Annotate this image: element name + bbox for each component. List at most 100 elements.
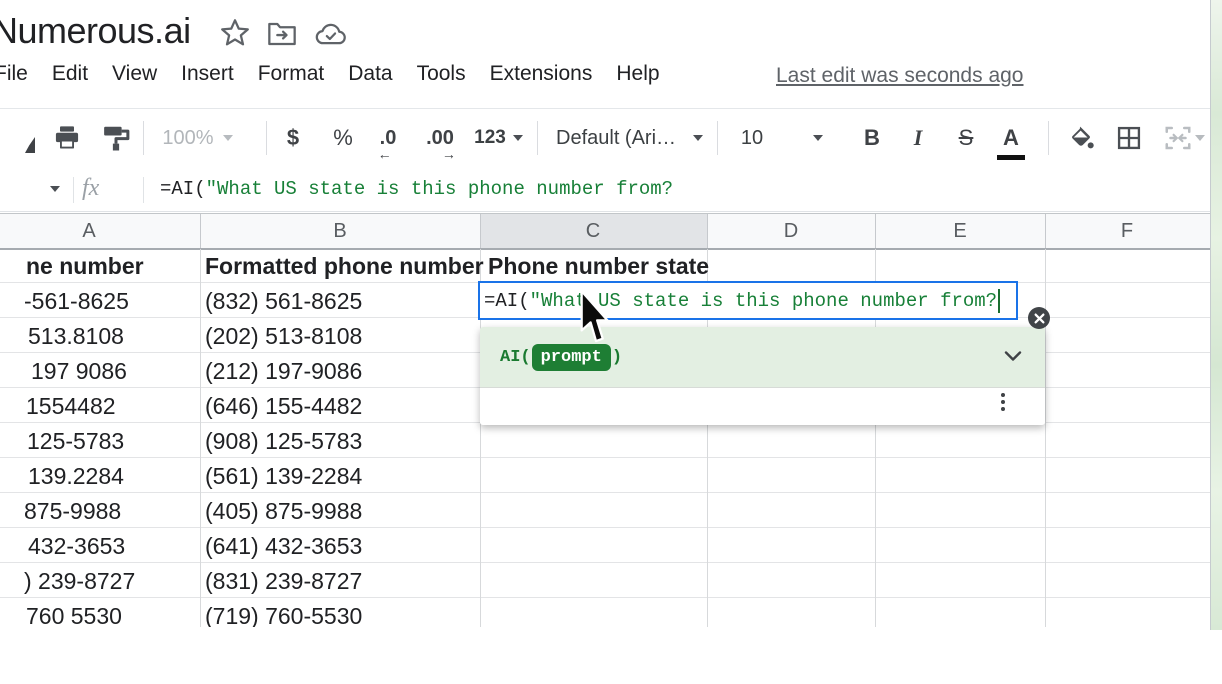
range-caret-icon[interactable] [48, 169, 62, 209]
decrease-decimal-arrow-icon: ← [378, 146, 392, 162]
zoom-caret-icon[interactable] [222, 109, 234, 167]
menu-bar: File Edit View Insert Format Data Tools … [0, 62, 660, 86]
menu-item-view[interactable]: View [112, 62, 157, 86]
cloud-saved-icon[interactable] [314, 20, 346, 52]
cell-a6[interactable]: 125-5783 [27, 424, 124, 459]
column-header-a[interactable]: A [59, 214, 119, 248]
background-strip [1210, 0, 1222, 630]
cell-a4[interactable]: 197 9086 [31, 354, 127, 389]
cell-b11[interactable]: (719) 760-5530 [205, 599, 362, 627]
cell-a2[interactable]: -561-8625 [24, 284, 129, 319]
cell-a5[interactable]: 1554482 [26, 389, 116, 424]
cell-a7[interactable]: 139.2284 [28, 459, 124, 494]
toolbar-divider [1048, 121, 1049, 155]
table-row: 760 5530 (719) 760-5530 [0, 599, 1210, 627]
cell-b7[interactable]: (561) 139-2284 [205, 459, 362, 494]
font-size-caret-icon[interactable] [812, 109, 824, 167]
closing-paren: ) [612, 348, 622, 367]
fill-color-button[interactable] [1064, 109, 1098, 167]
toolbar-divider [266, 121, 267, 155]
column-header-b[interactable]: B [310, 214, 370, 248]
cell-a11[interactable]: 760 5530 [26, 599, 122, 627]
cell-c1[interactable]: Phone number state [488, 249, 709, 284]
cropped-toolbar-icon [25, 137, 35, 153]
document-title[interactable]: Numerous.ai [0, 10, 191, 52]
zoom-select[interactable]: 100% [160, 109, 216, 167]
column-header-f[interactable]: F [1097, 214, 1157, 248]
column-divider [875, 214, 876, 248]
mouse-cursor [578, 289, 610, 345]
more-formats-caret-icon[interactable] [512, 109, 524, 167]
print-button[interactable] [49, 109, 85, 167]
more-options-icon[interactable] [1001, 393, 1005, 411]
font-caret-icon[interactable] [692, 109, 704, 167]
cell-b4[interactable]: (212) 197-9086 [205, 354, 362, 389]
formula-bar[interactable]: fx =AI("What US state is this phone numb… [0, 169, 1222, 212]
move-to-folder-icon[interactable] [266, 19, 298, 51]
cell-b8[interactable]: (405) 875-9988 [205, 494, 362, 529]
text-color-button[interactable]: A [997, 121, 1025, 160]
chevron-down-icon[interactable] [1003, 349, 1023, 363]
merge-caret-icon[interactable] [1194, 109, 1206, 167]
borders-button[interactable] [1112, 109, 1146, 167]
font-select[interactable]: Default (Ari… [556, 109, 696, 167]
percent-format-button[interactable]: % [330, 109, 356, 167]
cell-a9[interactable]: 432-3653 [28, 529, 125, 564]
menu-item-data[interactable]: Data [348, 62, 392, 86]
increase-decimal-arrow-icon: → [442, 146, 456, 162]
prompt-argument-badge: prompt [532, 344, 611, 371]
cell-b10[interactable]: (831) 239-8727 [205, 564, 362, 599]
bold-button[interactable]: B [858, 109, 886, 167]
more-formats-button[interactable]: 123 [470, 109, 510, 167]
cell-a3[interactable]: 513.8108 [28, 319, 124, 354]
fx-icon: fx [82, 175, 99, 202]
menu-item-insert[interactable]: Insert [181, 62, 234, 86]
italic-button[interactable]: I [904, 109, 932, 167]
popup-footer [480, 388, 1045, 424]
column-divider [480, 214, 481, 248]
column-header-e[interactable]: E [930, 214, 990, 248]
formula-bar-divider [143, 177, 144, 203]
star-icon[interactable] [219, 17, 251, 49]
currency-format-button[interactable]: $ [280, 109, 306, 167]
merge-cells-button[interactable] [1160, 109, 1196, 167]
menu-item-file[interactable]: File [0, 62, 28, 86]
cell-b1[interactable]: Formatted phone number [205, 249, 484, 284]
cell-b9[interactable]: (641) 432-3653 [205, 529, 362, 564]
table-row: 139.2284 (561) 139-2284 [0, 459, 1210, 494]
column-divider [200, 214, 201, 248]
column-header-d[interactable]: D [761, 214, 821, 248]
cell-a10[interactable]: ) 239-8727 [24, 564, 135, 599]
menu-item-help[interactable]: Help [616, 62, 659, 86]
last-edit-status[interactable]: Last edit was seconds ago [776, 64, 1024, 88]
decrease-decimal-button[interactable]: .0 ← [372, 109, 404, 167]
menu-item-extensions[interactable]: Extensions [490, 62, 593, 86]
font-size-select[interactable]: 10 [737, 109, 767, 167]
text-caret [998, 289, 1000, 313]
table-row: 432-3653 (641) 432-3653 [0, 529, 1210, 564]
cell-b3[interactable]: (202) 513-8108 [205, 319, 362, 354]
cell-editor-c2[interactable]: =AI("What US state is this phone number … [478, 281, 1018, 320]
ai-function-suggestion[interactable]: AI(prompt) [480, 327, 1045, 388]
toolbar-divider [537, 121, 538, 155]
column-divider [707, 214, 708, 248]
menu-item-edit[interactable]: Edit [52, 62, 88, 86]
menu-item-format[interactable]: Format [258, 62, 325, 86]
formula-prefix: =AI( [160, 178, 206, 200]
column-header-c[interactable]: C [563, 214, 623, 248]
close-icon[interactable] [1028, 307, 1050, 329]
table-header-row: ne number Formatted phone number Phone n… [0, 249, 1210, 284]
column-header-row: A B C D E F [0, 213, 1210, 250]
cell-b5[interactable]: (646) 155-4482 [205, 389, 362, 424]
cell-a8[interactable]: 875-9988 [24, 494, 121, 529]
cell-a1[interactable]: ne number [26, 249, 144, 284]
formula-autocomplete-popup[interactable]: AI(prompt) [480, 327, 1045, 425]
formula-input[interactable]: =AI("What US state is this phone number … [160, 169, 673, 210]
strikethrough-button[interactable]: S [952, 109, 980, 167]
toolbar-divider [143, 121, 144, 155]
paint-format-button[interactable] [96, 109, 136, 167]
cell-b6[interactable]: (908) 125-5783 [205, 424, 362, 459]
increase-decimal-button[interactable]: .00 → [420, 109, 460, 167]
cell-b2[interactable]: (832) 561-8625 [205, 284, 362, 319]
menu-item-tools[interactable]: Tools [417, 62, 466, 86]
